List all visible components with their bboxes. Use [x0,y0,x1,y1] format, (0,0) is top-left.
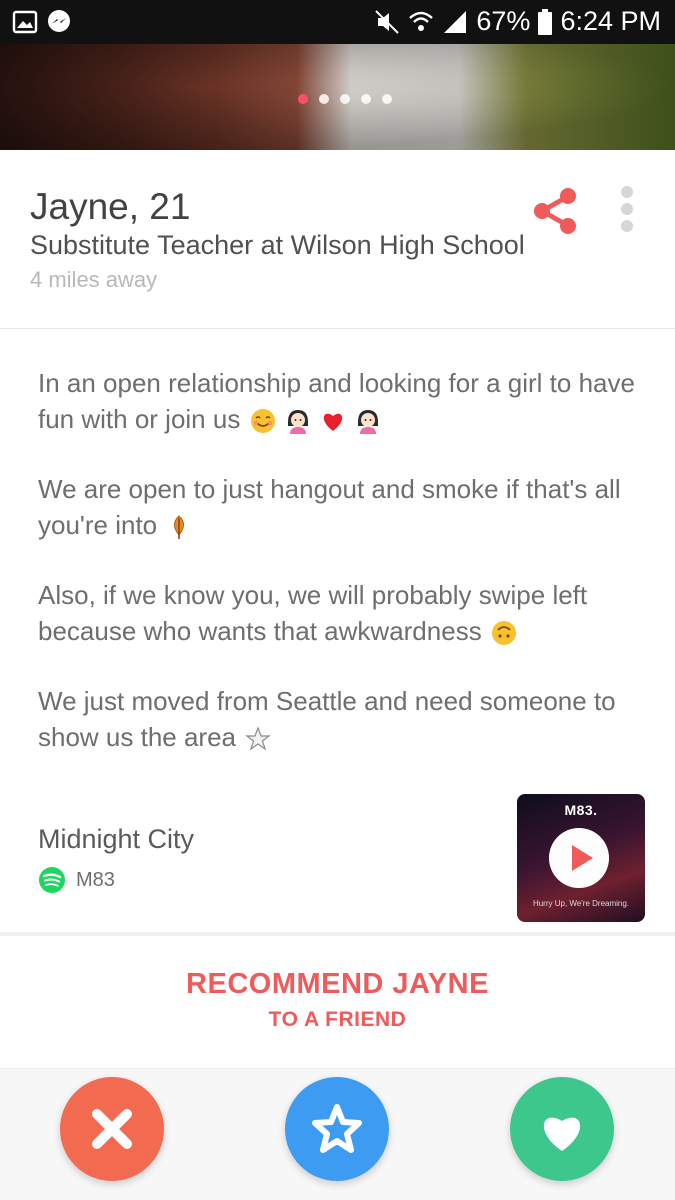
leaf-icon [174,515,185,540]
profile-bio: In an open relationship and looking for … [38,365,648,789]
anthem-artist-row: M83 [38,866,115,894]
profile-header: Jayne, 21 Substitute Teacher at Wilson H… [0,150,675,329]
photo-dot-active[interactable] [298,94,308,104]
profile-job: Substitute Teacher at Wilson High School [30,230,525,260]
heart-icon [543,1117,581,1151]
battery-percent: 67% [476,6,531,36]
smiling-face-icon [250,409,275,434]
bio-text: We are open to just hangout and smoke if… [38,474,621,540]
bio-paragraph: We just moved from Seattle and need some… [38,683,648,755]
profile-name: Jayne, 21 [30,186,191,227]
bio-paragraph: In an open relationship and looking for … [38,365,648,437]
battery-icon [538,8,553,35]
bio-paragraph: Also, if we know you, we will probably s… [38,577,648,649]
anthem-artist: M83 [76,868,115,891]
recommend-line2: TO A FRIEND [268,1008,407,1031]
recommend-line1: RECOMMEND JAYNE [186,968,489,1000]
star-icon [312,1104,362,1153]
more-options-icon[interactable] [614,184,640,234]
messenger-icon [48,10,70,32]
photo-dot[interactable] [382,94,392,104]
clock: 6:24 PM [560,6,661,36]
x-icon [92,1109,132,1149]
album-title-label: Hurry Up, We're Dreaming. [532,899,630,908]
photo-dot[interactable] [340,94,350,104]
photo-pagination [298,94,392,104]
nope-button[interactable] [60,1077,164,1181]
album-art-play-button[interactable]: M83. Hurry Up, We're Dreaming. [517,794,645,922]
play-icon[interactable] [549,828,609,888]
girl-icon [287,410,308,435]
gallery-notification-icon [12,10,38,34]
mute-icon [375,9,400,34]
star-emoji-icon [245,726,272,751]
signal-icon [444,10,467,33]
spotify-icon [39,867,65,893]
wifi-icon [409,11,434,31]
bio-paragraph: We are open to just hangout and smoke if… [38,471,648,543]
share-icon[interactable] [530,186,580,236]
photo-dot[interactable] [319,94,329,104]
girl-icon [358,410,379,435]
action-bar [0,1069,675,1200]
anthem-song: Midnight City [38,824,195,854]
profile-photo[interactable] [0,44,675,150]
status-bar: 67% 6:24 PM [0,0,675,44]
like-button[interactable] [510,1077,614,1181]
status-bar-left [12,9,72,35]
section-divider [0,932,675,936]
bio-text: We just moved from Seattle and need some… [38,686,616,752]
photo-dot[interactable] [361,94,371,104]
status-bar-right: 67% 6:24 PM [374,6,661,37]
recommend-to-friend-button[interactable]: RECOMMEND JAYNE TO A FRIEND [0,938,675,1069]
super-like-button[interactable] [285,1077,389,1181]
album-artist-label: M83. [564,802,598,818]
red-heart-icon [323,413,343,432]
profile-distance: 4 miles away [30,267,158,292]
upside-down-face-icon [491,621,516,646]
